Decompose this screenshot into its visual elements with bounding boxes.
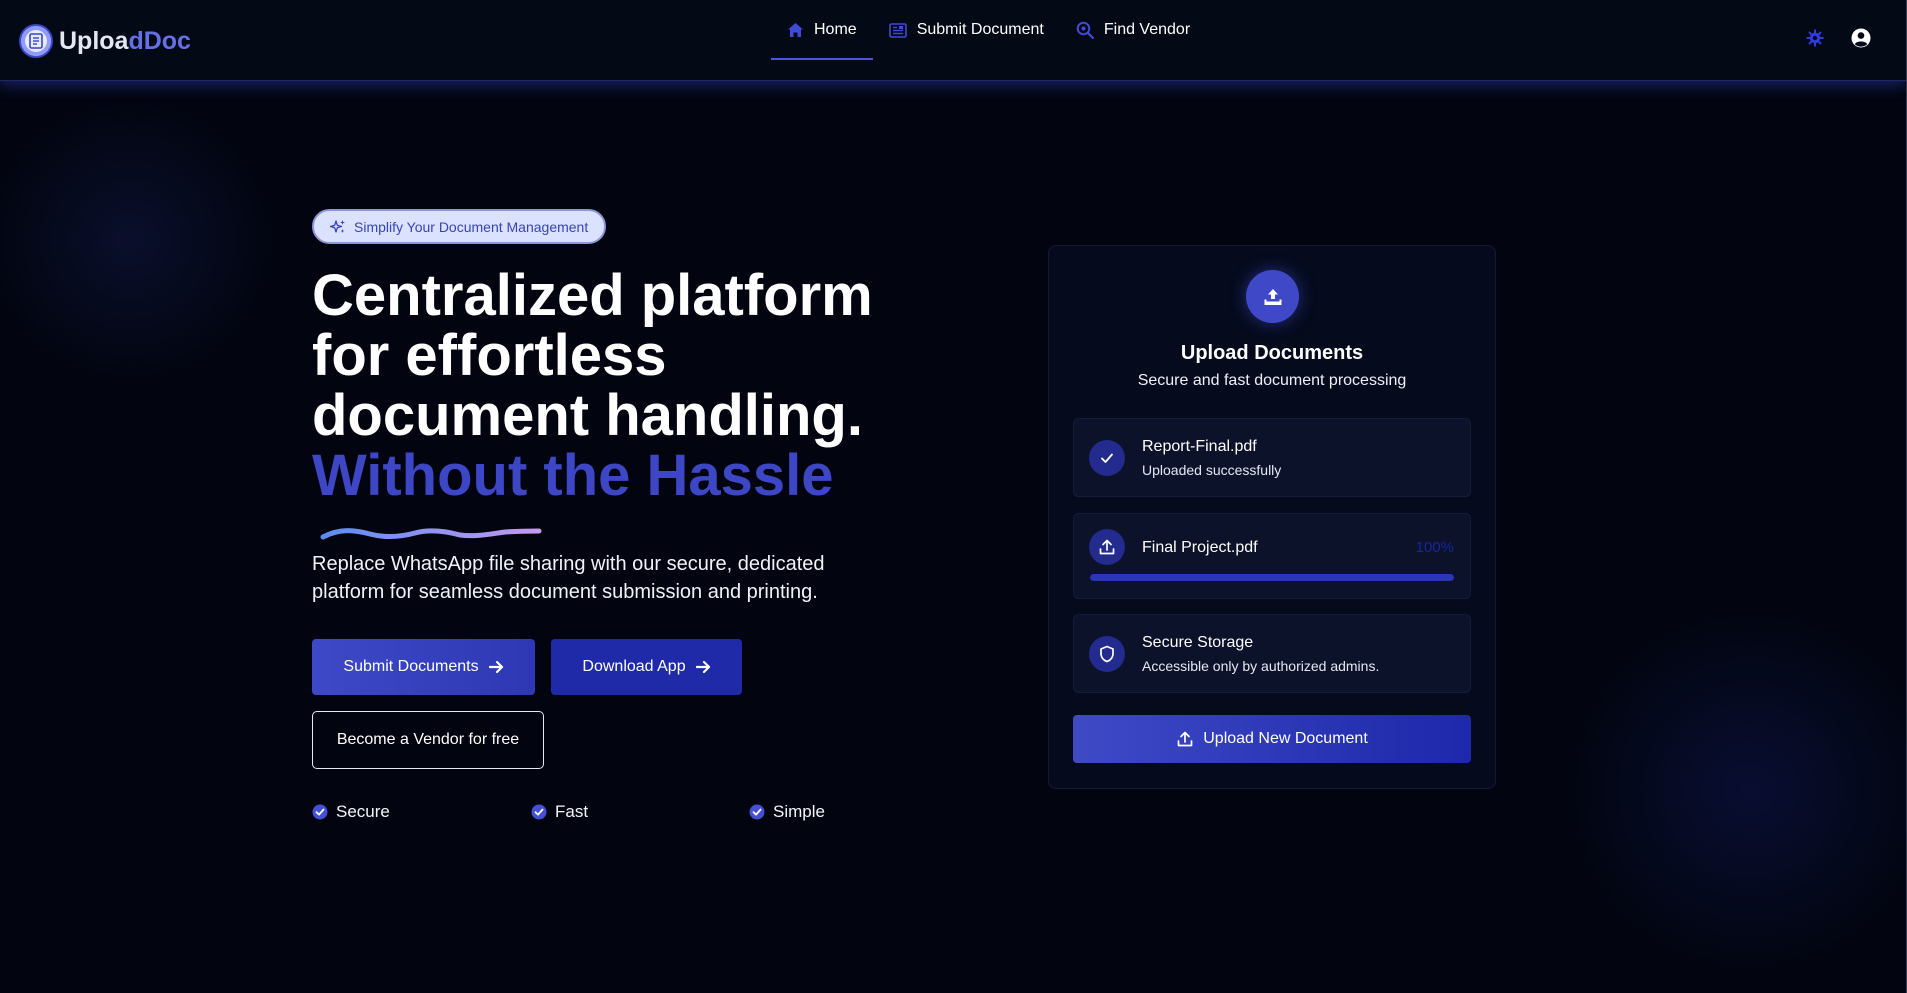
check-circle-icon	[531, 804, 547, 820]
document-logo-icon	[19, 24, 53, 58]
upload-card: Upload Documents Secure and fast documen…	[1048, 245, 1496, 789]
upload-card-subtitle: Secure and fast document processing	[1137, 372, 1407, 389]
nav-link-find-vendor-label: Find Vendor	[1103, 21, 1191, 38]
nav-link-home-label: Home	[814, 21, 857, 38]
squiggle-underline	[320, 528, 542, 540]
nav-link-submit-document[interactable]: Submit Document	[873, 0, 1060, 60]
headline-line-3: document handling.	[312, 383, 863, 448]
check-circle-icon	[312, 804, 328, 820]
upload-icon	[1089, 529, 1125, 565]
nav-link-find-vendor[interactable]: Find Vendor	[1060, 0, 1206, 60]
file-name: Final Project.pdf	[1142, 539, 1258, 556]
check-circle-icon	[749, 804, 765, 820]
upload-card-title: Upload Documents	[1180, 342, 1364, 364]
headline-line-1: Centralized platform	[312, 263, 873, 328]
user-circle-icon[interactable]	[1851, 28, 1871, 48]
hero-subtext: Replace WhatsApp file sharing with our s…	[312, 553, 825, 603]
hero-headline: Centralized platform for effortless docu…	[312, 266, 952, 506]
file-name: Report-Final.pdf	[1142, 438, 1257, 455]
arrow-right-icon	[488, 660, 504, 674]
brand-name-part2: dDoc	[128, 26, 191, 55]
tagline-pill-label: Simplify Your Document Management	[354, 218, 589, 235]
upload-progress-bar	[1090, 574, 1454, 581]
file-item-report-final[interactable]: Report-Final.pdf Uploaded successfully	[1073, 418, 1471, 497]
upload-icon	[1176, 730, 1194, 748]
page: UploadDoc Home Submit Document Find Vend…	[0, 0, 1907, 993]
submit-documents-label: Submit Documents	[343, 658, 479, 675]
upload-tray-icon	[1246, 270, 1299, 323]
upload-new-document-button[interactable]: Upload New Document	[1073, 715, 1471, 763]
submit-documents-button[interactable]: Submit Documents	[312, 639, 535, 695]
headline-accent: Without the Hassle	[312, 443, 834, 508]
brand-name: UploadDoc	[59, 27, 191, 56]
become-vendor-button[interactable]: Become a Vendor for free	[312, 711, 544, 769]
gear-icon[interactable]	[1806, 29, 1824, 47]
upload-progress-fill	[1090, 574, 1454, 581]
home-icon	[787, 22, 804, 38]
sparkle-icon	[330, 219, 346, 235]
check-icon	[1089, 440, 1125, 476]
download-app-label: Download App	[582, 658, 686, 675]
upload-progress-percent: 100%	[1415, 539, 1454, 556]
download-app-button[interactable]: Download App	[551, 639, 742, 695]
document-icon	[888, 22, 907, 38]
brand-logo[interactable]: UploadDoc	[19, 24, 191, 58]
shield-icon	[1089, 636, 1125, 672]
headline-line-2: for effortless	[312, 323, 667, 388]
arrow-right-icon	[695, 660, 711, 674]
search-icon	[1076, 21, 1094, 39]
file-status: Uploaded successfully	[1142, 462, 1282, 478]
feature-fast-label: Fast	[555, 802, 589, 821]
feature-simple: Simple	[749, 802, 825, 822]
file-name: Secure Storage	[1142, 634, 1254, 651]
feature-secure-label: Secure	[336, 802, 390, 821]
feature-simple-label: Simple	[773, 802, 825, 821]
nav-right-actions	[1806, 28, 1871, 48]
nav-link-submit-document-label: Submit Document	[916, 21, 1044, 38]
file-item-secure-storage: Secure Storage Accessible only by author…	[1073, 614, 1471, 693]
brand-name-part1: Uploa	[59, 26, 129, 55]
top-navbar: UploadDoc Home Submit Document Find Vend…	[0, 0, 1906, 81]
feature-fast: Fast	[531, 802, 588, 822]
upload-new-document-label: Upload New Document	[1203, 730, 1368, 747]
become-vendor-label: Become a Vendor for free	[336, 731, 520, 748]
nav-link-home[interactable]: Home	[771, 0, 873, 60]
file-status: Accessible only by authorized admins.	[1142, 658, 1380, 674]
file-item-final-project[interactable]: Final Project.pdf 100%	[1073, 513, 1471, 599]
nav-links: Home Submit Document Find Vendor	[771, 0, 1206, 81]
tagline-pill: Simplify Your Document Management	[312, 209, 607, 244]
feature-secure: Secure	[312, 802, 390, 822]
